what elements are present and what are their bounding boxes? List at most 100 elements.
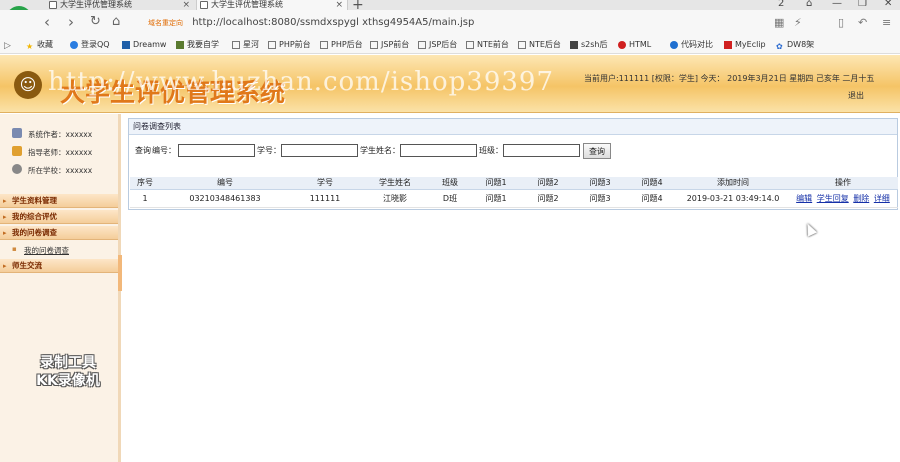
- menu-icon[interactable]: ≡: [882, 16, 891, 29]
- detail-link[interactable]: 详细: [874, 194, 890, 203]
- cell-added-time: 2019-03-21 03:49:14.0: [678, 189, 788, 208]
- app-logo-icon: ☺: [14, 71, 42, 99]
- recording-badge-line2: KK录像机: [36, 373, 100, 389]
- bookmark-item[interactable]: ✿ DW8架: [776, 39, 814, 51]
- panel-title: 问卷调查列表: [129, 119, 897, 135]
- menu-my-survey[interactable]: 我的问卷调查: [0, 226, 118, 240]
- tablet-icon[interactable]: ▯: [838, 16, 844, 29]
- survey-table: 序号 编号 学号 学生姓名 班级 问题1 问题2 问题3 问题4 添加时间 操作…: [130, 177, 898, 208]
- browser-nav-bar: ‹ › ↻ ⌂ 域名重定向 http://localhost:8080/ssmd…: [0, 10, 900, 36]
- cell-index: 1: [130, 189, 160, 208]
- bookmarks-bar: ▷ ★ 收藏 登录QQ Dreamw 我要自学 星河 PHP前台 PHP后台 JS…: [0, 36, 900, 54]
- student-name-input[interactable]: [400, 144, 477, 157]
- recording-badge-line1: 录制工具: [40, 355, 96, 371]
- user-icon: [12, 128, 22, 138]
- close-window-icon[interactable]: ✕: [884, 0, 892, 9]
- col-header: 问题1: [470, 177, 522, 190]
- student-id-input[interactable]: [281, 144, 358, 157]
- search-button[interactable]: 查询: [583, 143, 611, 159]
- class-label: 班级：: [479, 146, 503, 155]
- recording-badge: 录制工具 KK录像机: [22, 354, 114, 390]
- bookmark-item[interactable]: ★ 收藏: [26, 39, 53, 51]
- d-icon: [122, 41, 130, 49]
- page-icon: [320, 41, 328, 49]
- url-text: http://localhost:8080/ssmdxspygl xthsg49…: [192, 17, 475, 28]
- sidebar-toggle-icon[interactable]: ▷: [4, 38, 11, 54]
- page-icon: [49, 1, 57, 9]
- class-input[interactable]: [503, 144, 580, 157]
- address-hint: 域名重定向: [148, 19, 183, 27]
- search-lead: 查询: [135, 146, 151, 155]
- lightning-icon[interactable]: ⚡: [794, 16, 802, 29]
- page-icon: [418, 41, 426, 49]
- globe-icon: [70, 41, 78, 49]
- cell-number: 03210348461383: [160, 189, 290, 208]
- bookmark-item[interactable]: NTE前台: [466, 39, 509, 51]
- col-header: 学号: [290, 177, 360, 190]
- delete-link[interactable]: 删除: [853, 194, 869, 203]
- col-header: 问题4: [626, 177, 678, 190]
- address-bar[interactable]: 域名重定向 http://localhost:8080/ssmdxspygl x…: [148, 15, 768, 31]
- shirt-icon[interactable]: ⌂: [806, 0, 812, 9]
- bookmark-item[interactable]: 登录QQ: [70, 39, 110, 51]
- number-label: 编号：: [152, 146, 176, 155]
- student-name-label: 学生姓名：: [360, 146, 400, 155]
- col-header: 问题2: [522, 177, 574, 190]
- col-header: 添加时间: [678, 177, 788, 190]
- bookmark-item[interactable]: MyEclip: [724, 39, 766, 51]
- undo-icon[interactable]: ↶: [858, 16, 867, 29]
- clock-icon: [12, 164, 22, 174]
- menu-my-evaluation[interactable]: 我的综合评优: [0, 210, 118, 224]
- minimize-icon[interactable]: —: [832, 0, 842, 9]
- menu-communication[interactable]: 师生交流: [0, 259, 118, 273]
- tab-title: 大学生评优管理系统: [211, 0, 283, 9]
- home-icon[interactable]: ⌂: [112, 14, 120, 30]
- bookmark-item[interactable]: 我要自学: [176, 39, 219, 51]
- reload-icon[interactable]: ↻: [90, 14, 101, 30]
- browser-tab-2[interactable]: 大学生评优管理系统 ×: [196, 0, 348, 10]
- table-header-row: 序号 编号 学号 学生姓名 班级 问题1 问题2 问题3 问题4 添加时间 操作: [130, 177, 898, 190]
- main-content: 问卷调查列表 查询 编号： 学号： 学生姓名： 班级： 查询 序号 编号 学号 …: [128, 118, 900, 462]
- sidebar-splitter[interactable]: [118, 255, 122, 291]
- bookmark-item[interactable]: JSP前台: [370, 39, 409, 51]
- number-input[interactable]: [178, 144, 255, 157]
- logout-link[interactable]: 退出: [848, 90, 864, 101]
- back-icon[interactable]: ‹: [44, 14, 50, 30]
- sidebar: 系统作者：xxxxxx 指导老师：xxxxxx 所在学校：xxxxxx 学生资料…: [0, 114, 121, 462]
- forward-icon[interactable]: ›: [68, 14, 74, 30]
- page-icon: [518, 41, 526, 49]
- bookmark-item[interactable]: 代码对比: [670, 39, 713, 51]
- close-icon[interactable]: ×: [182, 0, 190, 10]
- watermark-text: http://www.huzhan.com/ishop39397: [48, 67, 554, 97]
- browser-tab-bar: 大学生评优管理系统 × 大学生评优管理系统 × + 2 ⌂ — ❐ ✕: [0, 0, 900, 13]
- page-icon: [200, 1, 208, 9]
- col-header: 序号: [130, 177, 160, 190]
- bookmark-item[interactable]: JSP后台: [418, 39, 457, 51]
- cell-actions: 编辑 学生回复 删除 详细: [788, 189, 898, 208]
- col-header: 编号: [160, 177, 290, 190]
- html-icon: [618, 41, 626, 49]
- teacher-info: 指导老师：xxxxxx: [12, 146, 92, 158]
- maximize-icon[interactable]: ❐: [858, 0, 867, 9]
- browser-tab-1[interactable]: 大学生评优管理系统 ×: [46, 0, 194, 10]
- star-icon: ★: [26, 42, 34, 51]
- col-header: 问题3: [574, 177, 626, 190]
- bookmark-item[interactable]: PHP后台: [320, 39, 363, 51]
- student-reply-link[interactable]: 学生回复: [817, 194, 849, 203]
- edit-link[interactable]: 编辑: [796, 194, 812, 203]
- sub-item-my-survey[interactable]: 我的问卷调查: [12, 245, 69, 256]
- bookmark-item[interactable]: Dreamw: [122, 39, 166, 51]
- bookmark-item[interactable]: s2sh后: [570, 39, 608, 51]
- bookmark-item[interactable]: 星河: [232, 39, 259, 51]
- teacher-icon: [12, 146, 22, 156]
- bookmark-item[interactable]: NTE后台: [518, 39, 561, 51]
- close-icon[interactable]: ×: [335, 0, 343, 10]
- bookmark-item[interactable]: PHP前台: [268, 39, 311, 51]
- menu-student-info[interactable]: 学生资料管理: [0, 194, 118, 208]
- tab-counter[interactable]: 2: [778, 0, 784, 9]
- bookmark-item[interactable]: HTML: [618, 39, 651, 51]
- col-header: 班级: [430, 177, 470, 190]
- author-info: 系统作者：xxxxxx: [12, 128, 92, 140]
- grid-icon[interactable]: ▦: [774, 16, 784, 29]
- page-icon: [232, 41, 240, 49]
